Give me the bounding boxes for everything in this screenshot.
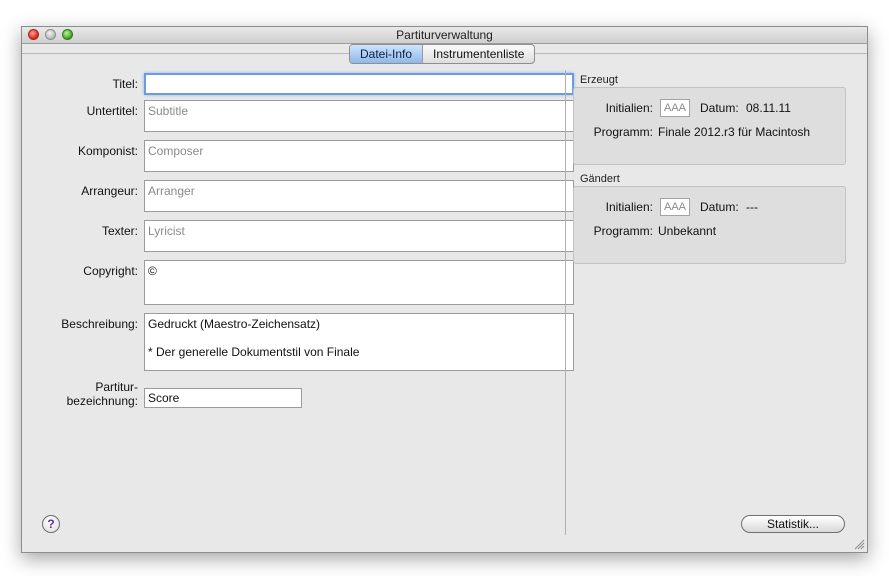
created-date-label: Datum:	[700, 101, 739, 115]
score-name-label: Partitur- bezeichnung:	[22, 380, 138, 408]
title-bar[interactable]: Partiturverwaltung	[22, 27, 867, 44]
created-heading: Erzeugt	[580, 74, 618, 86]
resize-grip-icon[interactable]	[854, 539, 865, 550]
vertical-divider	[565, 70, 566, 535]
help-button[interactable]: ?	[42, 515, 60, 533]
description-label: Beschreibung:	[61, 317, 138, 331]
title-input[interactable]	[144, 73, 574, 95]
created-program-value: Finale 2012.r3 für Macintosh	[658, 125, 811, 139]
subtitle-input[interactable]: Subtitle	[144, 100, 574, 132]
created-initials-input[interactable]: AAA	[660, 99, 690, 117]
copyright-label: Copyright:	[83, 264, 138, 278]
statistics-button[interactable]: Statistik...	[741, 515, 845, 533]
title-label: Titel:	[112, 77, 138, 91]
modified-heading: Gändert	[580, 173, 620, 185]
copyright-input[interactable]: ©	[144, 260, 574, 305]
modified-program-value: Unbekannt	[658, 224, 717, 238]
tab-bar: Datei-Info Instrumentenliste	[349, 44, 536, 64]
composer-label: Komponist:	[77, 144, 138, 158]
created-box: Initialien: AAA Datum: 08.11.11 Programm…	[573, 87, 846, 165]
score-name-label-line1: Partitur-	[95, 380, 138, 394]
score-name-input[interactable]: Score	[144, 388, 302, 408]
arranger-input[interactable]: Arranger	[144, 180, 574, 212]
lyricist-label: Texter:	[101, 224, 138, 238]
modified-date-value: ---	[746, 200, 758, 214]
score-name-label-line2: bezeichnung:	[66, 394, 138, 408]
window: Partiturverwaltung Datei-Info Instrument…	[21, 26, 868, 553]
modified-box: Initialien: AAA Datum: --- Programm: Unb…	[573, 186, 846, 264]
window-title: Partiturverwaltung	[396, 28, 493, 42]
modified-program-label: Programm:	[593, 224, 653, 238]
created-program-label: Programm:	[593, 125, 653, 139]
modified-date-label: Datum:	[700, 200, 739, 214]
created-date-value: 08.11.11	[746, 101, 791, 115]
description-input[interactable]: Gedruckt (Maestro-Zeichensatz) * Der gen…	[144, 313, 574, 371]
modified-initials-input[interactable]: AAA	[660, 198, 690, 216]
composer-input[interactable]: Composer	[144, 140, 574, 172]
tab-datei-info[interactable]: Datei-Info	[350, 45, 423, 63]
modified-initials-label: Initialien:	[605, 200, 653, 214]
created-initials-label: Initialien:	[605, 101, 653, 115]
arranger-label: Arrangeur:	[81, 184, 138, 198]
lyricist-input[interactable]: Lyricist	[144, 220, 574, 252]
tab-instrumentenliste[interactable]: Instrumentenliste	[422, 45, 534, 63]
subtitle-label: Untertitel:	[86, 104, 138, 118]
